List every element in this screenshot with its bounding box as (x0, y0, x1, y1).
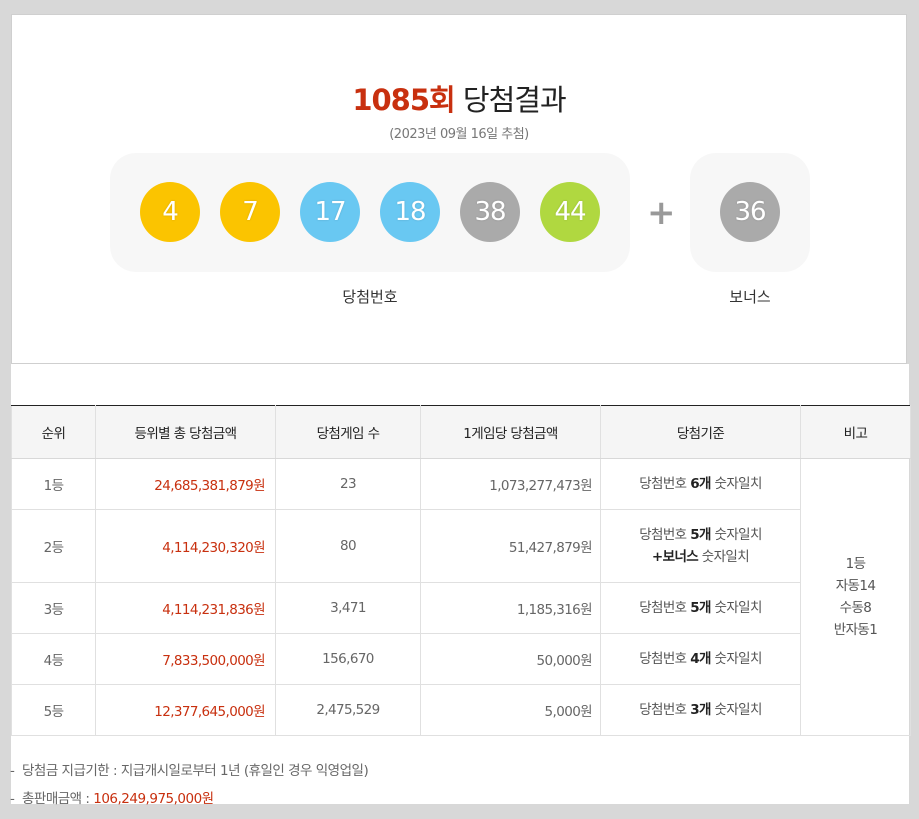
winning-games-cell: 3,471 (275, 582, 421, 634)
winning-ball-2: 7 (220, 182, 280, 242)
header-winning-games: 당첨게임 수 (275, 405, 421, 459)
criteria-cell: 당첨번호 6개 숫자일치 (600, 458, 801, 510)
round-number: 1085회 (352, 83, 455, 117)
header-note: 비고 (800, 405, 911, 459)
total-sales-value: 106,249,975,000원 (93, 791, 214, 807)
winning-ball-3: 17 (300, 182, 360, 242)
criteria-text: 당첨번호 (639, 600, 691, 616)
bonus-label: 보너스 (729, 288, 771, 306)
prize-table: 순위 등위별 총 당첨금액 당첨게임 수 1게임당 당첨금액 당첨기준 비고 1… (11, 405, 911, 736)
criteria-text: 당첨번호 (639, 476, 691, 492)
table-row: 2등 4,114,230,320원 80 51,427,879원 당첨번호 5개… (11, 509, 911, 583)
criteria-text: 숫자일치 (710, 651, 763, 667)
total-prize-cell: 12,377,645,000원 (95, 684, 276, 736)
criteria-count: 5개 (690, 527, 711, 543)
payment-deadline-note: - 당첨금 지급기한 : 지급개시일로부터 1년 (휴일인 경우 익영업일) (10, 760, 369, 788)
table-row: 3등 4,114,231,836원 3,471 1,185,316원 당첨번호 … (11, 582, 911, 634)
page-title: 1085회 당첨결과 (12, 77, 906, 119)
criteria-count: 4개 (690, 651, 711, 667)
bullet-dash: - (10, 763, 15, 779)
criteria-cell: 당첨번호 3개 숫자일치 (600, 684, 801, 736)
winning-games-cell: 2,475,529 (275, 684, 421, 736)
criteria-text: 숫자일치 (710, 600, 763, 616)
winning-ball-6: 44 (540, 182, 600, 242)
payment-deadline-text: 당첨금 지급기한 : 지급개시일로부터 1년 (휴일인 경우 익영업일) (22, 763, 369, 779)
total-prize-cell: 4,114,231,836원 (95, 582, 276, 634)
header-total-prize: 등위별 총 당첨금액 (95, 405, 276, 459)
criteria-bonus: +보너스 (651, 549, 699, 565)
rank-cell: 4등 (11, 633, 96, 685)
criteria-cell: 당첨번호 4개 숫자일치 (600, 633, 801, 685)
table-row: 5등 12,377,645,000원 2,475,529 5,000원 당첨번호… (11, 684, 911, 736)
prize-per-game-cell: 5,000원 (420, 684, 601, 736)
note-cell: 1등 자동14 수동8 반자동1 (800, 458, 911, 736)
note-line: 수동8 (839, 600, 872, 616)
criteria-count: 5개 (690, 600, 711, 616)
bullet-dash: - (10, 791, 15, 807)
prize-per-game-cell: 1,185,316원 (420, 582, 601, 634)
total-prize-cell: 7,833,500,000원 (95, 633, 276, 685)
total-prize-cell: 4,114,230,320원 (95, 509, 276, 583)
winning-ball-1: 4 (140, 182, 200, 242)
criteria-text: 당첨번호 (639, 651, 691, 667)
rank-cell: 1등 (11, 458, 96, 510)
winning-games-cell: 156,670 (275, 633, 421, 685)
criteria-count: 3개 (690, 702, 711, 718)
prize-per-game-cell: 1,073,277,473원 (420, 458, 601, 510)
criteria-cell: 당첨번호 5개 숫자일치 (600, 582, 801, 634)
criteria-text: 숫자일치 (710, 476, 763, 492)
rank-cell: 2등 (11, 509, 96, 583)
winning-ball-5: 38 (460, 182, 520, 242)
rank-cell: 3등 (11, 582, 96, 634)
prize-per-game-cell: 50,000원 (420, 633, 601, 685)
criteria-count: 6개 (690, 476, 711, 492)
table-header-row: 순위 등위별 총 당첨금액 당첨게임 수 1게임당 당첨금액 당첨기준 비고 (11, 405, 911, 459)
winning-games-cell: 23 (275, 458, 421, 510)
draw-date: (2023년 09월 16일 추첨) (389, 127, 529, 142)
header-criteria: 당첨기준 (600, 405, 801, 459)
bonus-ball: 36 (720, 182, 780, 242)
prize-per-game-cell: 51,427,879원 (420, 509, 601, 583)
total-prize-cell: 24,685,381,879원 (95, 458, 276, 510)
table-row: 1등 24,685,381,879원 23 1,073,277,473원 당첨번… (11, 458, 911, 736)
note-line: 1등 (845, 556, 866, 572)
header-prize-per-game: 1게임당 당첨금액 (420, 405, 601, 459)
criteria-text: 당첨번호 (639, 702, 691, 718)
criteria-text: 당첨번호 (639, 527, 691, 543)
rank-cell: 5등 (11, 684, 96, 736)
criteria-text: 숫자일치 (698, 549, 750, 565)
criteria-text: 숫자일치 (710, 702, 763, 718)
header-rank: 순위 (11, 405, 96, 459)
table-row: 4등 7,833,500,000원 156,670 50,000원 당첨번호 4… (11, 633, 911, 685)
winning-ball-4: 18 (380, 182, 440, 242)
criteria-text: 숫자일치 (710, 527, 763, 543)
note-line: 자동14 (835, 578, 876, 594)
title-suffix: 당첨결과 (454, 83, 567, 117)
winning-numbers-label: 당첨번호 (342, 288, 398, 306)
note-line: 반자동1 (833, 622, 878, 638)
criteria-cell: 당첨번호 5개 숫자일치 +보너스 숫자일치 (600, 509, 801, 583)
footnotes: - 당첨금 지급기한 : 지급개시일로부터 1년 (휴일인 경우 익영업일) -총… (10, 760, 369, 816)
total-sales-note: - 총판매금액 : 106,249,975,000원 (10, 788, 368, 816)
winning-games-cell: 80 (275, 509, 421, 583)
total-sales-label: 총판매금액 : (22, 791, 94, 807)
plus-icon: + (647, 193, 676, 233)
